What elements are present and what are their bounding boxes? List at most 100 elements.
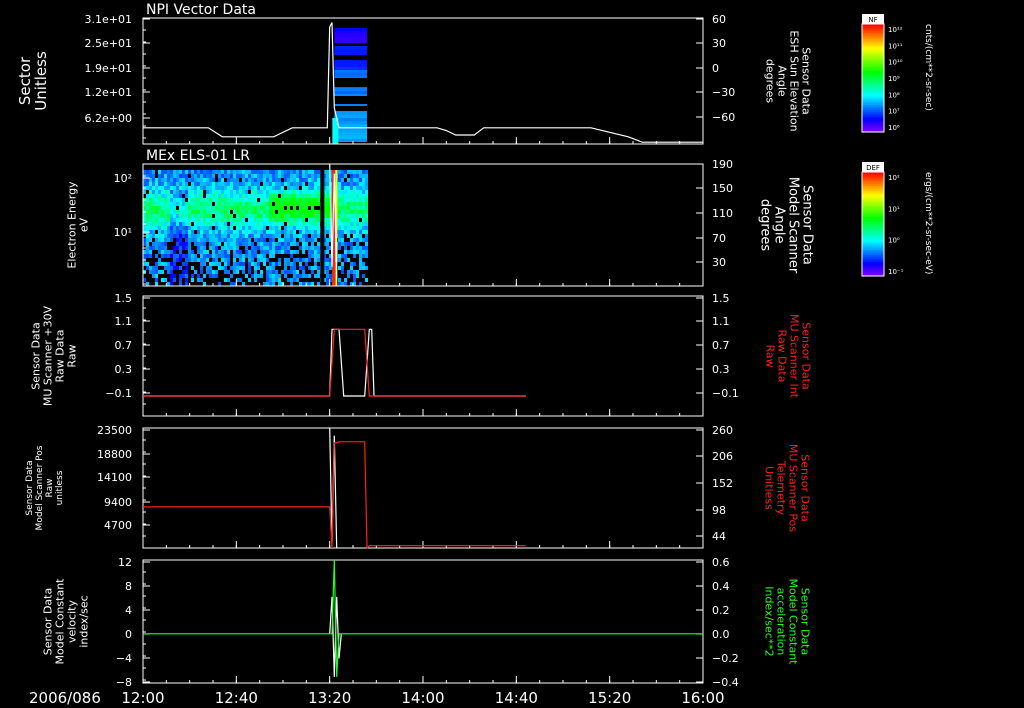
left-tick-label: 6.2e+00 [85, 112, 132, 125]
left-axis-label-line: unitless [55, 470, 65, 505]
right-tick-label: −0.2 [712, 652, 739, 665]
left-axis-label-line: Raw [45, 479, 55, 498]
right-axis-label: Sensor DataMU Scanner PosTelemetryUnitle… [762, 444, 811, 533]
panel-frame [142, 427, 704, 549]
right-axis-label-line: Angle [772, 207, 787, 244]
left-tick-label: 10² [114, 172, 132, 185]
right-tick-label: 30 [712, 37, 726, 50]
panel-frame [142, 17, 704, 145]
right-tick-label: 0.2 [712, 604, 730, 617]
right-axis-label-line: Model Scanner [786, 177, 801, 274]
time-tick-label: 12:40 [215, 689, 258, 707]
left-tick-label: 9400 [104, 496, 132, 509]
right-tick-label: 0.0 [712, 628, 730, 641]
left-tick-label: 0.3 [115, 363, 133, 376]
left-tick-label: 1.2e+01 [85, 86, 132, 99]
right-tick-label: 98 [712, 504, 726, 517]
right-tick-label: −60 [712, 111, 735, 124]
left-axis-label: Sensor Data Model Scanner Pos Raw unitless [25, 445, 65, 530]
left-tick-label: 0.7 [115, 339, 133, 352]
right-tick-label: 70 [712, 232, 726, 245]
left-axis-label: SectorUnitless [16, 51, 50, 111]
colorbar-units-text: ergs/(cm**2-sr-sec-eV) [923, 172, 933, 274]
colorbar-tick-label: 10⁷ [888, 108, 900, 116]
series-line-2 [143, 328, 526, 397]
panel-frame [142, 559, 704, 684]
series-line-2 [143, 441, 526, 550]
left-tick-label: −8 [116, 676, 132, 689]
left-axis-label: Electron Energy eV [66, 181, 91, 269]
left-tick-label: 14100 [97, 471, 132, 484]
left-tick-label: 18800 [97, 448, 132, 461]
panel-5: Sensor Data Model Constant velocity index/s… [42, 559, 811, 684]
right-tick-label: 0.7 [712, 339, 730, 352]
left-tick-label: 0 [125, 628, 132, 641]
colorbar-tick-label: 10⁻¹ [888, 268, 904, 276]
left-axis-label-line: Unitless [32, 51, 50, 111]
multi-panel-plot: SectorUnitless Sensor DataESH Sun Elevati… [16, 2, 933, 707]
right-tick-label: 0.6 [712, 556, 730, 569]
right-axis-label-line: degrees [758, 199, 773, 252]
left-tick-label: 2.5e+01 [85, 37, 132, 50]
colorbar-1: NF 10¹² 10¹¹ 10¹⁰ 10⁹ 10⁸ 10⁷ 10⁶ cnts/(cm**2-sr… [861, 14, 933, 133]
colorbar-tick-label: 10⁶ [888, 124, 900, 132]
right-tick-label: 1.5 [712, 292, 730, 305]
panel-frame [142, 295, 704, 417]
colorbar-tick-label: 10⁸ [888, 91, 900, 99]
right-tick-label: 1.1 [712, 315, 730, 328]
left-tick-label: 4700 [104, 519, 132, 532]
right-tick-label: 190 [712, 158, 733, 171]
left-tick-label: 12 [118, 556, 132, 569]
time-tick-label: 16:00 [681, 689, 724, 707]
right-tick-label: 60 [712, 13, 726, 26]
panel-4: Sensor Data Model Scanner Pos Raw unitless S… [25, 427, 811, 550]
right-axis-label: Sensor DataModel ScannerAngledegrees [758, 177, 815, 274]
left-tick-label: 8 [125, 580, 132, 593]
right-axis-label: Sensor DataMU Scanner IntRaw DataRaw [763, 314, 812, 399]
left-axis-label-line: Raw [66, 344, 79, 367]
right-tick-label: 150 [712, 182, 733, 195]
right-tick-label: −30 [712, 86, 735, 99]
panel-3: Sensor Data MU Scanner +30V Raw Data Raw Sen… [30, 295, 812, 417]
time-tick-label: 15:20 [588, 689, 631, 707]
colorbar-tick-label: 10⁰ [888, 237, 900, 245]
colorbar-units: ergs/(cm**2-sr-sec-eV) [923, 172, 933, 274]
right-axis-label-line: degrees [763, 59, 776, 104]
time-tick-label: 13:20 [308, 689, 351, 707]
panel-2: Electron Energy eV Sensor DataModel Scanne… [66, 163, 815, 287]
right-axis-label: Sensor DataESH Sun ElevationAngledegrees [763, 30, 812, 131]
date-label: 2006/086 [29, 689, 101, 707]
right-tick-label: 206 [712, 450, 733, 463]
right-tick-label: −0.4 [712, 676, 739, 689]
left-tick-label: 3.1e+01 [85, 13, 132, 26]
left-axis-label-line: index/sec [78, 595, 91, 647]
right-tick-label: 260 [712, 424, 733, 437]
right-tick-label: 110 [712, 207, 733, 220]
panel-1: SectorUnitless Sensor DataESH Sun Elevati… [16, 17, 812, 145]
time-tick-label: 14:40 [495, 689, 538, 707]
series-line-2 [143, 559, 703, 677]
colorbar-tick-label: 10¹ [888, 205, 900, 213]
left-axis-label-line: eV [78, 217, 91, 232]
colorbar-units-text: cnts/(cm**2-sr-sec) [923, 24, 933, 111]
left-tick-label: −4 [116, 652, 132, 665]
left-axis-label-line: Model Scanner Pos [35, 445, 45, 530]
panel-title: NPI Vector Data [146, 2, 256, 18]
colorbar-tick-label: 10¹² [888, 26, 903, 34]
left-axis-label: Sensor Data MU Scanner +30V Raw Data Raw [30, 305, 79, 406]
left-tick-label: 4 [125, 604, 132, 617]
series-line-1 [143, 328, 526, 397]
right-axis-label-line: Index/sec**2 [762, 586, 775, 657]
colorbar-units: cnts/(cm**2-sr-sec) [923, 24, 933, 111]
right-tick-label: 0.4 [712, 580, 730, 593]
colorbar-tick-label: 10¹⁰ [888, 59, 903, 67]
left-axis-label-line: Sensor Data [25, 460, 35, 515]
left-axis-label: Sensor Data Model Constant velocity index/s… [42, 578, 91, 665]
series-line [143, 22, 703, 143]
npi-spectrogram [332, 28, 367, 144]
time-tick-label: 12:00 [121, 689, 164, 707]
colorbar-tick-label: 10⁹ [888, 75, 900, 83]
colorbar-label: DEF [866, 164, 880, 172]
left-tick-label: 10¹ [114, 226, 132, 239]
right-tick-label: 44 [712, 530, 726, 543]
